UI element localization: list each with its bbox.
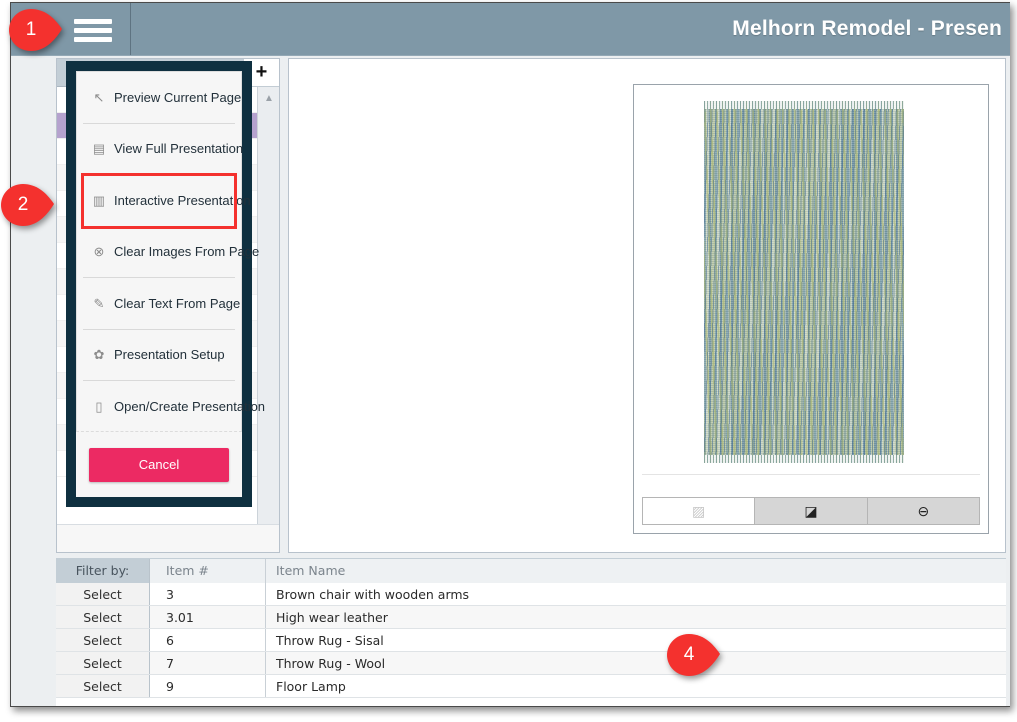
- callout-badge-4: 4: [666, 633, 722, 677]
- menu-item-preview-current-page[interactable]: ↖ Preview Current Page: [83, 72, 241, 124]
- image-icon[interactable]: ▨: [643, 498, 756, 524]
- presentation-chart-icon: ▥: [92, 192, 106, 208]
- application-content: Melhorn Remodel - Presen + ✿✿✿✿✿✿✿ ▲ ▼: [11, 3, 1010, 706]
- scroll-up-icon[interactable]: ▲: [258, 89, 280, 109]
- callout-4-number: 4: [683, 644, 695, 665]
- circle-x-icon: ⊗: [93, 244, 105, 260]
- cell-item-name: Floor Lamp: [266, 675, 1006, 697]
- callout-2-number: 2: [17, 194, 29, 215]
- menu-item-clear-text-from-page[interactable]: ✎ Clear Text From Page: [83, 278, 240, 330]
- edit-icon[interactable]: ◪: [755, 498, 868, 524]
- menu-item-view-full-presentation[interactable]: ▤ View Full Presentation: [83, 124, 243, 175]
- select-button[interactable]: Select: [56, 583, 150, 605]
- image-toolbar: ▨ ◪ ⊖: [642, 497, 980, 525]
- image-card: ▨ ◪ ⊖: [633, 84, 989, 534]
- image-stage: [642, 93, 980, 475]
- select-button[interactable]: Select: [56, 675, 150, 697]
- select-button[interactable]: Select: [56, 652, 150, 674]
- table-header-row: Filter by: Item # Item Name: [56, 559, 1006, 583]
- select-button[interactable]: Select: [56, 629, 150, 651]
- column-item-name: Item Name: [266, 559, 1006, 583]
- cell-item-name: High wear leather: [266, 606, 1006, 628]
- column-item-number: Item #: [150, 559, 266, 583]
- screenshot-root: Melhorn Remodel - Presen + ✿✿✿✿✿✿✿ ▲ ▼: [0, 0, 1017, 722]
- cell-item-name: Throw Rug - Sisal: [266, 629, 1006, 651]
- table-row: Select 3.01 High wear leather: [56, 606, 1006, 629]
- table-row: Select 6 Throw Rug - Sisal: [56, 629, 1006, 652]
- table-body: Select 3 Brown chair with wooden arms Selec…: [56, 583, 1006, 698]
- callout-badge-2: 2: [0, 183, 56, 227]
- hamburger-menu-button[interactable]: [56, 3, 131, 55]
- menu-item-clear-images-from-page[interactable]: ⊗ Clear Images From Page: [83, 227, 259, 278]
- menu-item-label: Interactive Presentation: [114, 192, 251, 208]
- app-header: Melhorn Remodel - Presen: [11, 3, 1010, 56]
- select-button[interactable]: Select: [56, 606, 150, 628]
- callout-badge-1: 1: [8, 8, 64, 52]
- file-icon: ▯: [95, 399, 103, 415]
- cursor-arrow-icon: ↖: [93, 89, 105, 105]
- cell-item-number: 6: [150, 629, 266, 651]
- menu-item-label: Clear Text From Page: [114, 295, 241, 311]
- menu-cancel-area: Cancel: [76, 431, 242, 497]
- hamburger-icon: [74, 19, 112, 42]
- menu-item-label: Clear Images From Page: [114, 244, 260, 260]
- cell-item-number: 3: [150, 583, 266, 605]
- pdf-document-icon: ▤: [92, 141, 106, 157]
- column-filter-by: Filter by:: [56, 559, 150, 583]
- cell-item-number: 3.01: [150, 606, 266, 628]
- table-row: Select 9 Floor Lamp: [56, 675, 1006, 698]
- gear-icon: ✿: [93, 347, 105, 363]
- pencil-icon: ✎: [93, 295, 105, 311]
- presentation-menu-popup: ↖ Preview Current Page ▤ View Full Presenta…: [66, 61, 265, 507]
- pages-panel-footer: [57, 524, 279, 552]
- application-window: Melhorn Remodel - Presen + ✿✿✿✿✿✿✿ ▲ ▼: [10, 2, 1010, 707]
- product-image-rug: [704, 101, 904, 463]
- cell-item-number: 9: [150, 675, 266, 697]
- image-panel: ▨ ◪ ⊖: [288, 58, 1006, 553]
- remove-icon[interactable]: ⊖: [867, 498, 979, 524]
- table-row: Select 3 Brown chair with wooden arms: [56, 583, 1006, 606]
- cell-item-name: Brown chair with wooden arms: [266, 583, 1006, 605]
- menu-item-presentation-setup[interactable]: ✿ Presentation Setup: [83, 330, 235, 381]
- menu-item-label: Preview Current Page: [114, 89, 242, 105]
- cell-item-number: 7: [150, 652, 266, 674]
- items-table: Filter by: Item # Item Name Select 3 Brown…: [56, 558, 1006, 706]
- menu-item-open-create-presentation[interactable]: ▯ Open/Create Presentation: [83, 381, 265, 433]
- cell-item-name: Throw Rug - Wool: [266, 652, 1006, 674]
- table-row: Select 7 Throw Rug - Wool: [56, 652, 1006, 675]
- page-title: Melhorn Remodel - Presen: [732, 17, 1002, 40]
- callout-1-number: 1: [25, 19, 37, 40]
- menu-item-label: Presentation Setup: [114, 347, 225, 363]
- cancel-button[interactable]: Cancel: [89, 447, 229, 482]
- menu-item-label: View Full Presentation: [114, 141, 244, 157]
- pages-scrollbar[interactable]: ▲ ▼: [257, 87, 279, 552]
- menu-item-interactive-presentation[interactable]: ▥ Interactive Presentation: [81, 173, 251, 229]
- menu-item-label: Open/Create Presentation: [114, 399, 266, 415]
